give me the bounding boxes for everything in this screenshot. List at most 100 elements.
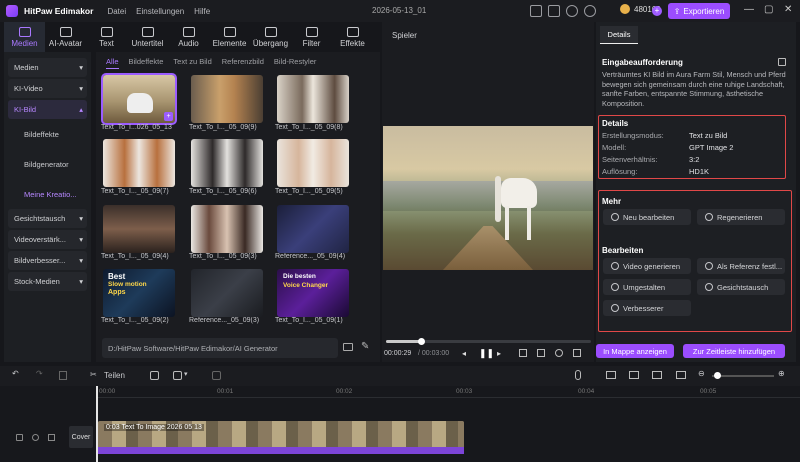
sidebar-item-ai-video[interactable]: KI-Video ▾ [8, 79, 87, 98]
sidebar-sub-my-creations[interactable]: Meine Kreatio... [4, 183, 91, 205]
tool-text[interactable]: Text [86, 22, 127, 52]
mute-track-icon[interactable] [48, 434, 55, 441]
sidebar-item-media[interactable]: Medien ▾ [8, 58, 87, 77]
tab-text-to-image[interactable]: Text zu Bild [173, 57, 211, 69]
snap-icon[interactable] [606, 371, 616, 379]
media-thumbnail[interactable]: Die besten Voice Changer [277, 269, 349, 317]
expand-icon[interactable] [573, 349, 581, 357]
visibility-icon[interactable] [32, 434, 39, 441]
monitor-icon[interactable] [530, 5, 542, 17]
tool-media[interactable]: Medien [4, 22, 45, 52]
thumbnail-text: Best [108, 272, 126, 281]
show-in-folder-button[interactable]: In Mappe anzeigen [596, 344, 674, 358]
lock-track-icon[interactable] [16, 434, 23, 441]
sidebar-item-video-enhancer[interactable]: Videoverstärk... ▾ [8, 230, 87, 249]
menu-file[interactable]: Datei [107, 7, 126, 16]
set-as-reference-button[interactable]: Als Referenz festl... [697, 258, 785, 274]
delete-icon[interactable] [59, 371, 67, 380]
tool-ai-avatar[interactable]: AI-Avatar [45, 22, 86, 52]
media-thumbnail[interactable] [277, 139, 349, 187]
sidebar-sub-image-generator[interactable]: Bildgenerator [4, 153, 91, 175]
media-thumbnail[interactable] [277, 205, 349, 253]
sidebar-item-stock-media[interactable]: Stock-Medien ▾ [8, 272, 87, 291]
video-preview[interactable] [383, 126, 593, 270]
add-to-timeline-button[interactable]: Zur Zeitleiste hinzufügen [683, 344, 785, 358]
prev-frame-icon[interactable]: ◂ [462, 349, 466, 358]
media-thumbnail[interactable] [191, 139, 263, 187]
sidebar-item-image-enhancer[interactable]: Bildverbesser... ▾ [8, 251, 87, 270]
tool-audio[interactable]: Audio [168, 22, 209, 52]
media-thumbnail[interactable] [277, 75, 349, 123]
fullscreen-icon[interactable] [519, 349, 527, 357]
microphone-icon[interactable] [575, 370, 581, 380]
media-thumbnail[interactable]: + [101, 73, 177, 125]
magnet-icon[interactable] [652, 371, 662, 379]
tab-details[interactable]: Details [600, 26, 638, 44]
edit-again-button[interactable]: Neu bearbeiten [603, 209, 691, 225]
link-icon[interactable] [629, 371, 639, 379]
tool-elements[interactable]: Elemente [209, 22, 250, 52]
next-frame-icon[interactable]: ▸ [497, 349, 501, 358]
media-thumbnail[interactable] [191, 75, 263, 123]
enhancer-button[interactable]: Verbesserer [603, 300, 691, 316]
subtitle-tool-icon[interactable] [150, 371, 159, 380]
face-swap-button[interactable]: Gesichtstausch [697, 279, 785, 295]
screenshot-icon[interactable] [537, 349, 545, 357]
folder-icon[interactable] [343, 343, 353, 351]
user-icon[interactable] [584, 5, 596, 17]
volume-icon[interactable] [555, 349, 563, 357]
chevron-down-icon[interactable]: ▾ [184, 370, 188, 378]
cover-button[interactable]: Cover [69, 426, 93, 448]
generate-video-button[interactable]: Video generieren [603, 258, 691, 274]
sidebar-item-ai-image[interactable]: KI-Bild ▴ [8, 100, 87, 119]
maximize-icon[interactable]: ▢ [764, 4, 773, 15]
tab-image-restyler[interactable]: Bild-Restyler [274, 57, 317, 69]
close-icon[interactable]: ✕ [784, 4, 792, 15]
media-thumbnail-label: Text_To_I..._05_09(9) [189, 124, 257, 131]
tool-transition[interactable]: Übergang [250, 22, 291, 52]
sidebar-item-face-swap[interactable]: Gesichtstausch ▾ [8, 209, 87, 228]
crop-icon[interactable] [212, 371, 221, 380]
tool-filter[interactable]: Filter [291, 22, 332, 52]
chat-icon[interactable] [548, 5, 560, 17]
tool-effects[interactable]: Effekte [332, 22, 373, 52]
tab-image-effects[interactable]: Bildeffekte [129, 57, 164, 69]
zoom-slider[interactable] [712, 375, 774, 377]
ruler-tick-label: 00:02 [336, 388, 353, 395]
redo-icon[interactable]: ↷ [36, 369, 43, 378]
media-thumbnail[interactable] [103, 205, 175, 253]
edit-icon[interactable]: ✎ [361, 341, 369, 352]
text-tool-icon[interactable] [173, 371, 182, 380]
regenerate-button[interactable]: Regenerieren [697, 209, 785, 225]
media-thumbnail[interactable] [191, 269, 263, 317]
output-path-field[interactable]: D:/HitPaw Software/HitPaw Edimakor/AI Ge… [102, 338, 338, 358]
scissors-icon[interactable]: ✂ [90, 370, 97, 379]
minimize-icon[interactable]: — [744, 4, 754, 15]
tab-reference-image[interactable]: Referenzbild [222, 57, 264, 69]
media-thumbnail[interactable]: Best Slow motion Apps [103, 269, 175, 317]
fit-icon[interactable] [676, 371, 686, 379]
playback-handle[interactable] [417, 338, 425, 345]
tool-subtitles[interactable]: Untertitel [127, 22, 168, 52]
menu-help[interactable]: Hilfe [194, 7, 210, 16]
sidebar-sub-image-effects[interactable]: Bildeffekte [4, 123, 91, 145]
tab-all[interactable]: Alle [106, 57, 119, 69]
undo-icon[interactable]: ↶ [12, 369, 19, 378]
split-label[interactable]: Teilen [104, 371, 125, 380]
download-icon[interactable] [566, 5, 578, 17]
duration: / 00:03:00 [418, 350, 450, 357]
add-to-timeline-icon[interactable]: + [164, 112, 173, 121]
zoom-slider-handle[interactable] [714, 372, 721, 379]
copy-icon[interactable] [778, 58, 786, 66]
pause-icon[interactable]: ❚❚ [479, 348, 494, 359]
media-thumbnail[interactable] [103, 139, 175, 187]
export-button[interactable]: ⇪ Exportieren [668, 3, 730, 19]
zoom-out-icon[interactable]: ⊖ [698, 369, 705, 378]
add-credits-button[interactable]: + [652, 6, 662, 16]
chevron-down-icon: ▾ [79, 63, 83, 72]
media-thumbnail[interactable] [191, 205, 263, 253]
playback-progress-track[interactable] [386, 340, 591, 343]
menu-settings[interactable]: Einstellungen [136, 7, 184, 16]
zoom-in-icon[interactable]: ⊕ [778, 369, 785, 378]
restyle-button[interactable]: Umgestalten [603, 279, 691, 295]
